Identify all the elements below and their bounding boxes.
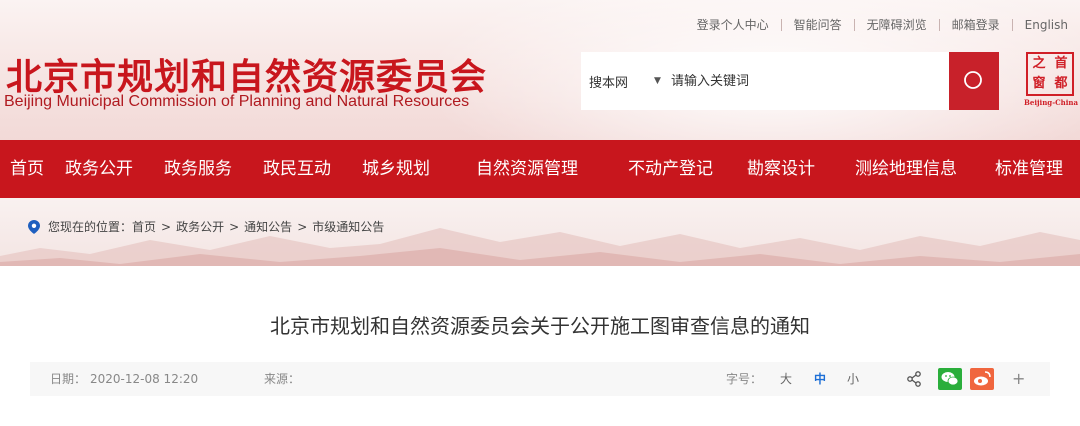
fontsize-label: 字号：: [726, 372, 763, 386]
nav-item-survey-design[interactable]: 勘察设计: [747, 140, 815, 198]
nav-item-natural-res[interactable]: 自然资源管理: [476, 140, 578, 198]
seal-caption: Beijing-China: [1024, 98, 1079, 107]
location-pin-icon: [28, 219, 40, 234]
more-share-button[interactable]: +: [1012, 362, 1025, 396]
search-input[interactable]: [670, 73, 921, 89]
date-value: 2020-12-08 12:20: [90, 372, 199, 386]
top-links: 登录个人中心 智能问答 无障碍浏览 邮箱登录 English: [685, 16, 1080, 33]
email-login-link[interactable]: 邮箱登录: [940, 16, 1012, 33]
search-button[interactable]: [949, 52, 999, 110]
main-nav: 首页 政务公开 政务服务 政民互动 城乡规划 自然资源管理 不动产登记 勘察设计…: [0, 140, 1080, 198]
nav-item-real-estate[interactable]: 不动产登记: [628, 140, 713, 198]
accessibility-link[interactable]: 无障碍浏览: [855, 16, 939, 33]
breadcrumb: 您现在的位置： 首页 > 政务公开 > 通知公告 > 市级通知公告: [28, 218, 384, 235]
search-box: 搜本网 ▼: [581, 52, 949, 110]
breadcrumb-gov-affairs[interactable]: 政务公开: [176, 218, 224, 235]
date-label: 日期：: [50, 372, 87, 386]
share-icon[interactable]: [904, 369, 924, 389]
login-link[interactable]: 登录个人中心: [685, 16, 781, 33]
fontsize-large[interactable]: 大: [780, 362, 792, 396]
capital-window-logo[interactable]: 之 首 窗 都 Beijing-China: [1024, 52, 1078, 108]
search-scope-label: 搜本网: [589, 75, 629, 91]
weibo-icon[interactable]: [970, 368, 994, 390]
seal-char: 窗: [1032, 76, 1046, 91]
nav-item-home[interactable]: 首页: [10, 140, 44, 198]
source-label: 来源：: [264, 372, 301, 386]
fontsize-medium[interactable]: 中: [814, 362, 826, 396]
article-area: 北京市规划和自然资源委员会关于公开施工图审查信息的通知 日期： 2020-12-…: [0, 266, 1080, 426]
seal-box: 之 首 窗 都: [1026, 52, 1074, 96]
fontsize-small[interactable]: 小: [847, 362, 859, 396]
seal-char: 都: [1054, 76, 1068, 91]
english-link[interactable]: English: [1013, 18, 1080, 32]
smart-qa-link[interactable]: 智能问答: [782, 16, 854, 33]
nav-item-geo-info[interactable]: 测绘地理信息: [855, 140, 957, 198]
caret-down-icon: ▼: [654, 76, 661, 86]
nav-item-gov-affairs[interactable]: 政务公开: [65, 140, 133, 198]
breadcrumb-notices[interactable]: 通知公告: [244, 218, 292, 235]
search-scope-select[interactable]: 搜本网 ▼: [589, 72, 661, 91]
breadcrumb-home[interactable]: 首页: [132, 218, 156, 235]
seal-char: 之: [1032, 56, 1046, 71]
seal-char: 首: [1054, 56, 1068, 71]
article-title: 北京市规划和自然资源委员会关于公开施工图审查信息的通知: [270, 314, 810, 338]
breadcrumb-city-notices[interactable]: 市级通知公告: [312, 218, 384, 235]
breadcrumb-banner: 您现在的位置： 首页 > 政务公开 > 通知公告 > 市级通知公告: [0, 198, 1080, 270]
nav-item-urban-planning[interactable]: 城乡规划: [362, 140, 430, 198]
search-icon: [964, 71, 982, 89]
nav-item-standards[interactable]: 标准管理: [995, 140, 1063, 198]
nav-item-gov-services[interactable]: 政务服务: [164, 140, 232, 198]
chevron-right-icon: >: [297, 219, 308, 234]
chevron-right-icon: >: [229, 219, 240, 234]
nav-item-interaction[interactable]: 政民互动: [263, 140, 331, 198]
site-subtitle: Beijing Municipal Commission of Planning…: [4, 93, 470, 110]
wechat-icon[interactable]: [938, 368, 962, 390]
breadcrumb-prefix: 您现在的位置：: [48, 220, 133, 234]
article-meta-bar: 日期： 2020-12-08 12:20 来源： 字号： 大 中 小 +: [30, 362, 1050, 396]
chevron-right-icon: >: [161, 219, 172, 234]
